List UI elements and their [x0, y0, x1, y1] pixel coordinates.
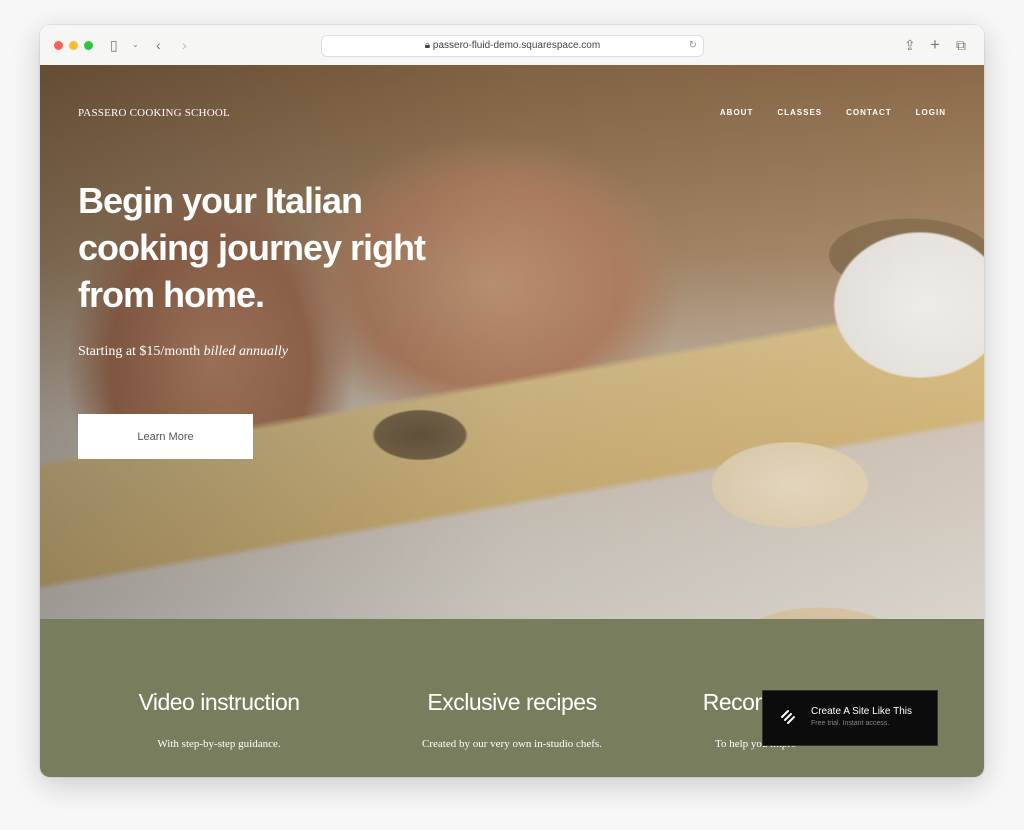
badge-subtitle: Free trial. Instant access. — [811, 720, 890, 727]
hero-subtitle: Starting at $15/month billed annually — [78, 344, 288, 360]
create-site-badge[interactable]: Create A Site Like This Free trial. Inst… — [762, 690, 938, 746]
new-tab-icon[interactable]: + — [930, 36, 940, 54]
nav-contact[interactable]: CONTACT — [846, 108, 892, 117]
lock-icon: 🔒︎ — [424, 40, 431, 51]
nav-login[interactable]: LOGIN — [916, 108, 946, 117]
browser-window: ▯ ⌄ ‹ › 🔒︎ passero-fluid-demo.squarespac… — [40, 25, 984, 777]
site-logo[interactable]: PASSERO COOKING SCHOOL — [78, 107, 230, 119]
url-text: passero-fluid-demo.squarespace.com — [432, 40, 601, 51]
sidebar-icon[interactable]: ▯ — [110, 36, 118, 54]
feature-item: Video instruction With step-by-step guid… — [69, 689, 369, 750]
price-text: Starting at $15/month — [78, 344, 201, 359]
address-bar[interactable]: 🔒︎ passero-fluid-demo.squarespace.com ↻ — [321, 35, 704, 57]
reload-icon[interactable]: ↻ — [689, 36, 697, 56]
feature-text: With step-by-step guidance. — [157, 738, 281, 750]
browser-toolbar: ▯ ⌄ ‹ › 🔒︎ passero-fluid-demo.squarespac… — [40, 25, 984, 66]
squarespace-logo-icon — [781, 710, 795, 724]
maximize-window-button[interactable] — [84, 41, 93, 50]
back-icon[interactable]: ‹ — [156, 36, 161, 54]
hero-headline: Begin your Italian cooking journey right… — [78, 180, 426, 315]
nav-classes[interactable]: CLASSES — [777, 108, 822, 117]
feature-title: Video instruction — [138, 689, 300, 715]
close-window-button[interactable] — [54, 41, 63, 50]
feature-text: Created by our very own in-studio chefs. — [422, 738, 602, 750]
site-nav: ABOUT CLASSES CONTACT LOGIN — [720, 108, 946, 117]
billing-text: billed annually — [203, 344, 288, 359]
chevron-down-icon[interactable]: ⌄ — [132, 36, 139, 54]
share-icon[interactable]: ⇪ — [904, 36, 916, 54]
feature-title: Exclusive recipes — [427, 689, 597, 715]
forward-icon[interactable]: › — [182, 36, 187, 54]
badge-title: Create A Site Like This — [811, 706, 912, 717]
minimize-window-button[interactable] — [69, 41, 78, 50]
hero-section: PASSERO COOKING SCHOOL ABOUT CLASSES CON… — [40, 65, 984, 619]
nav-about[interactable]: ABOUT — [720, 108, 753, 117]
feature-item: Exclusive recipes Created by our very ow… — [362, 689, 662, 750]
learn-more-button[interactable]: Learn More — [78, 414, 253, 459]
tabs-overview-icon[interactable]: ⧉ — [956, 36, 966, 54]
